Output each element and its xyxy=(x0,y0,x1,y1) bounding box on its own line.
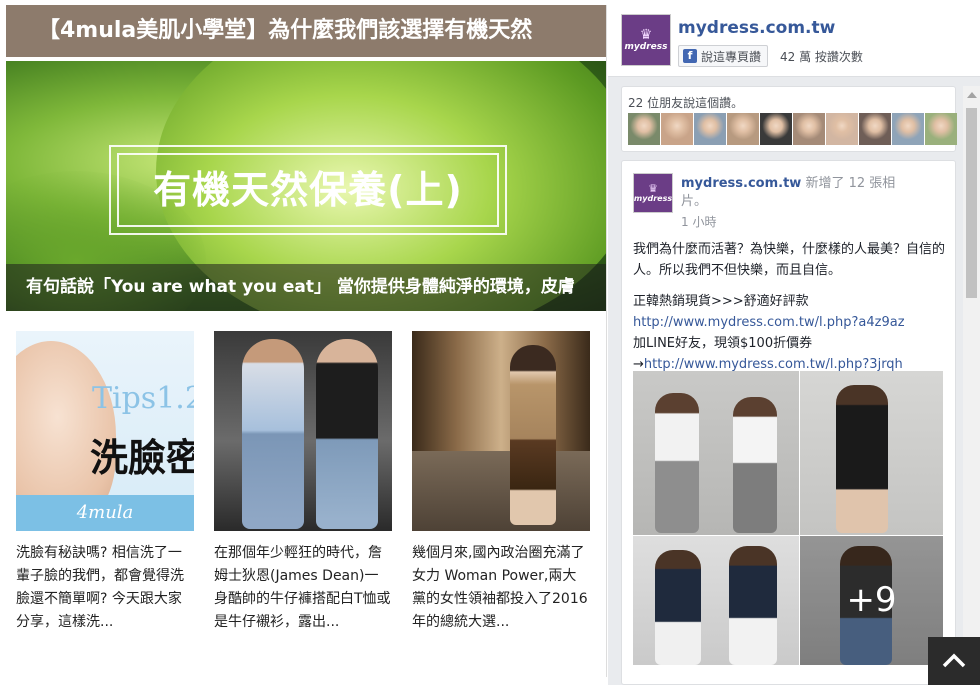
chevron-up-icon xyxy=(942,653,966,668)
post-photo-grid: +9 xyxy=(633,371,943,665)
post-text-line: 加LINE好友，現領$100折價券 xyxy=(633,336,813,351)
arrow-text: → xyxy=(633,357,644,372)
thumb-headline-text: 洗臉密 xyxy=(90,436,194,480)
hero-title: 有機天然保養(上) xyxy=(153,168,463,212)
card-thumbnail[interactable] xyxy=(412,331,590,531)
friend-avatar[interactable] xyxy=(793,113,825,145)
post-photo[interactable] xyxy=(633,371,799,535)
friend-avatar[interactable] xyxy=(727,113,759,145)
runway-model-image xyxy=(316,339,378,529)
post-body: 我們為什麼而活著？為快樂，什麼樣的人最美？自信的人。所以我們不但快樂，而且自信。… xyxy=(633,239,948,375)
woman-figure-image xyxy=(510,345,556,525)
logo-text: mydress xyxy=(624,42,668,52)
related-card-2[interactable]: 在那個年少輕狂的時代，詹姆士狄恩(James Dean)一身酷帥的牛仔褲搭配白T… xyxy=(214,331,392,634)
post-link-2[interactable]: http://www.mydress.com.tw/l.php?3jrqh xyxy=(644,357,903,372)
card-description[interactable]: 在那個年少輕狂的時代，詹姆士狄恩(James Dean)一身酷帥的牛仔褲搭配白T… xyxy=(214,542,392,634)
hallway-floor xyxy=(412,451,590,531)
page-logo[interactable]: ♛ mydress xyxy=(621,14,671,66)
friend-avatar[interactable] xyxy=(859,113,891,145)
friend-avatar[interactable] xyxy=(925,113,957,145)
post-timestamp[interactable]: 1 小時 xyxy=(681,213,716,230)
card-thumbnail[interactable]: Tips1.2 洗臉密 4mula xyxy=(16,331,194,531)
crown-icon: ♛ xyxy=(648,182,658,195)
related-card-1[interactable]: Tips1.2 洗臉密 4mula 洗臉有秘訣嗎? 相信洗了一輩子臉的我們，都會… xyxy=(16,331,194,634)
friend-avatars xyxy=(628,113,957,145)
card-description[interactable]: 洗臉有秘訣嗎? 相信洗了一輩子臉的我們，都會覺得洗臉還不簡單啊? 今天跟大家分享… xyxy=(16,542,194,634)
fb-post: ♛ mydress mydress.com.tw 新增了 12 張相片。 1 小… xyxy=(621,160,956,685)
page-name-link[interactable]: mydress.com.tw xyxy=(678,18,835,38)
hero-caption: 有句話說「You are what you eat」 當你提供身體純淨的環境，皮… xyxy=(6,264,606,311)
article-panel: 【4mula美肌小學堂】為什麼我們該選擇有機天然 有機天然保養(上) 有句話說「… xyxy=(6,5,607,677)
post-text-line: 正韓熱銷現貨>>>舒適好評款 xyxy=(633,294,809,309)
crown-icon: ♛ xyxy=(639,27,653,43)
runway-model-image xyxy=(242,339,304,529)
post-link-1[interactable]: http://www.mydress.com.tw/l.php?a4z9az xyxy=(633,315,905,330)
fb-page-header: ♛ mydress mydress.com.tw f 說這專頁讚 42 萬 按讚… xyxy=(608,0,980,77)
post-page-name-link[interactable]: mydress.com.tw xyxy=(681,176,801,191)
thumb-brand-logo: 4mula xyxy=(16,495,194,531)
friend-avatar[interactable] xyxy=(694,113,726,145)
friend-avatar[interactable] xyxy=(760,113,792,145)
hero-image[interactable]: 有機天然保養(上) 有句話說「You are what you eat」 當你提… xyxy=(6,61,606,311)
friend-avatar[interactable] xyxy=(661,113,693,145)
friends-like-box: 22 位朋友說這個讚。 xyxy=(621,86,957,152)
thumb-tips-text: Tips1.2 xyxy=(92,381,194,416)
friend-avatar[interactable] xyxy=(826,113,858,145)
related-card-3[interactable]: 幾個月來,國內政治圈充滿了女力 Woman Power,兩大黨的女性領袖都投入了… xyxy=(412,331,590,634)
more-photos-overlay[interactable]: +9 xyxy=(800,536,943,665)
friend-avatar[interactable] xyxy=(892,113,924,145)
widget-scrollbar[interactable] xyxy=(963,86,980,685)
post-photo[interactable] xyxy=(633,536,799,665)
post-header: mydress.com.tw 新增了 12 張相片。 xyxy=(681,175,911,211)
likes-count: 42 萬 按讚次數 xyxy=(780,50,863,64)
article-title[interactable]: 【4mula美肌小學堂】為什麼我們該選擇有機天然 xyxy=(6,5,606,57)
post-page-logo[interactable]: ♛ mydress xyxy=(633,173,673,213)
card-thumbnail[interactable] xyxy=(214,331,392,531)
scroll-up-arrow-icon[interactable] xyxy=(967,92,977,98)
back-to-top-button[interactable] xyxy=(928,637,980,685)
card-description[interactable]: 幾個月來,國內政治圈充滿了女力 Woman Power,兩大黨的女性領袖都投入了… xyxy=(412,542,590,634)
post-photo[interactable]: +9 xyxy=(800,536,943,665)
friend-avatar[interactable] xyxy=(628,113,660,145)
friends-like-text: 22 位朋友說這個讚。 xyxy=(628,96,744,110)
like-button-label: 說這專頁讚 xyxy=(701,49,762,64)
post-text-line: 我們為什麼而活著？為快樂，什麼樣的人最美？自信的人。所以我們不但快樂，而且自信。 xyxy=(633,242,946,278)
facebook-icon: f xyxy=(683,49,697,63)
logo-text: mydress xyxy=(633,194,673,203)
like-page-button[interactable]: f 說這專頁讚 xyxy=(678,45,769,67)
facebook-page-widget: ♛ mydress mydress.com.tw f 說這專頁讚 42 萬 按讚… xyxy=(608,0,980,685)
scrollbar-thumb[interactable] xyxy=(966,108,977,298)
post-photo[interactable] xyxy=(800,371,943,535)
